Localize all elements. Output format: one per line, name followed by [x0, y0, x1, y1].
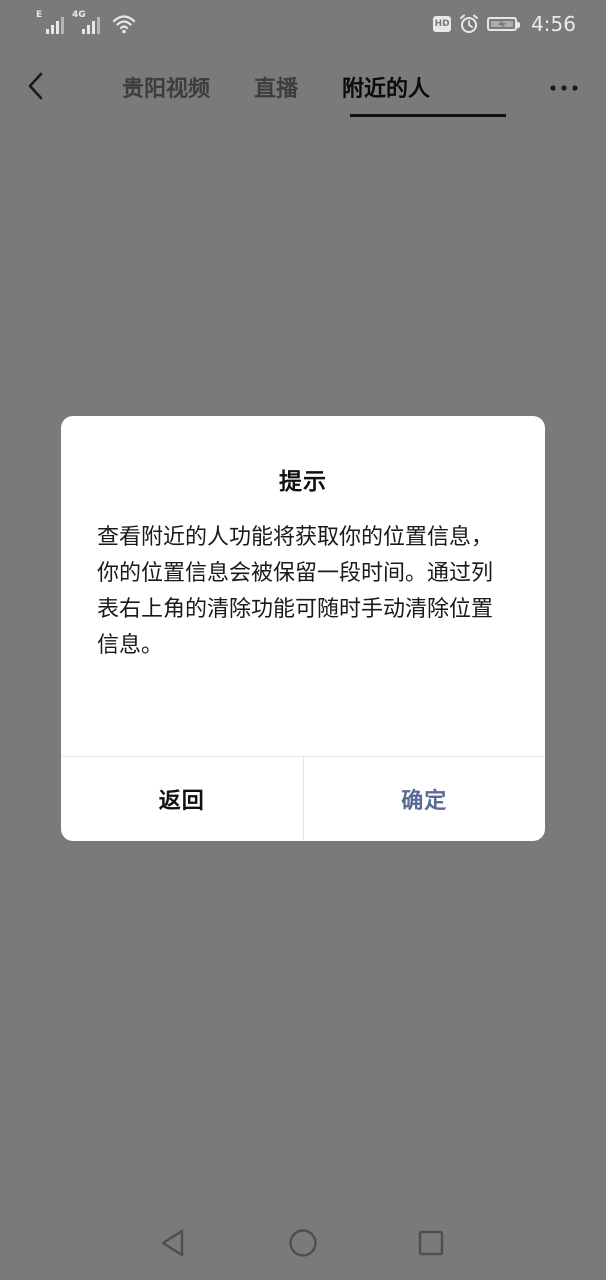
wifi-icon	[112, 15, 136, 34]
dialog-message: 查看附近的人功能将获取你的位置信息，你的位置信息会被保留一段时间。通过列表右上角…	[97, 525, 494, 658]
chevron-left-icon	[28, 72, 43, 100]
permission-dialog: 提示 查看附近的人功能将获取你的位置信息，你的位置信息会被保留一段时间。通过列表…	[61, 416, 545, 841]
active-tab-indicator	[350, 114, 506, 117]
dialog-footer: 返回 确定	[61, 756, 545, 841]
top-navigation: 贵阳视频 直播 附近的人	[0, 52, 606, 122]
circle-home-icon	[289, 1229, 317, 1257]
more-button[interactable]	[546, 70, 582, 106]
signal-sim2-icon: 4G	[72, 10, 100, 34]
battery-charging-icon	[487, 17, 521, 31]
system-recent-apps-button[interactable]	[414, 1226, 448, 1260]
tab-guiyang-video[interactable]: 贵阳视频	[100, 52, 232, 122]
tab-people-nearby[interactable]: 附近的人	[320, 52, 452, 122]
hd-icon: HD	[433, 16, 452, 32]
system-home-button[interactable]	[286, 1226, 320, 1260]
triangle-back-icon	[161, 1229, 184, 1257]
status-left: E 4G	[36, 10, 136, 34]
cancel-button[interactable]: 返回	[61, 757, 303, 841]
sim1-network-label: E	[36, 10, 43, 20]
square-recent-icon	[418, 1230, 444, 1256]
confirm-button[interactable]: 确定	[302, 757, 546, 841]
status-right: HD 4:56	[433, 12, 576, 36]
system-navigation-bar	[0, 1206, 606, 1280]
tab-live[interactable]: 直播	[232, 52, 320, 122]
alarm-icon	[460, 14, 479, 33]
more-dots-icon	[550, 85, 578, 91]
back-button[interactable]	[18, 68, 54, 104]
system-back-button[interactable]	[156, 1226, 190, 1260]
status-bar: E 4G HD 4:56	[0, 0, 606, 52]
signal-sim1-icon: E	[36, 10, 64, 34]
tab-bar: 贵阳视频 直播 附近的人	[100, 52, 452, 122]
status-time: 4:56	[531, 12, 576, 36]
dialog-title: 提示	[279, 469, 327, 495]
